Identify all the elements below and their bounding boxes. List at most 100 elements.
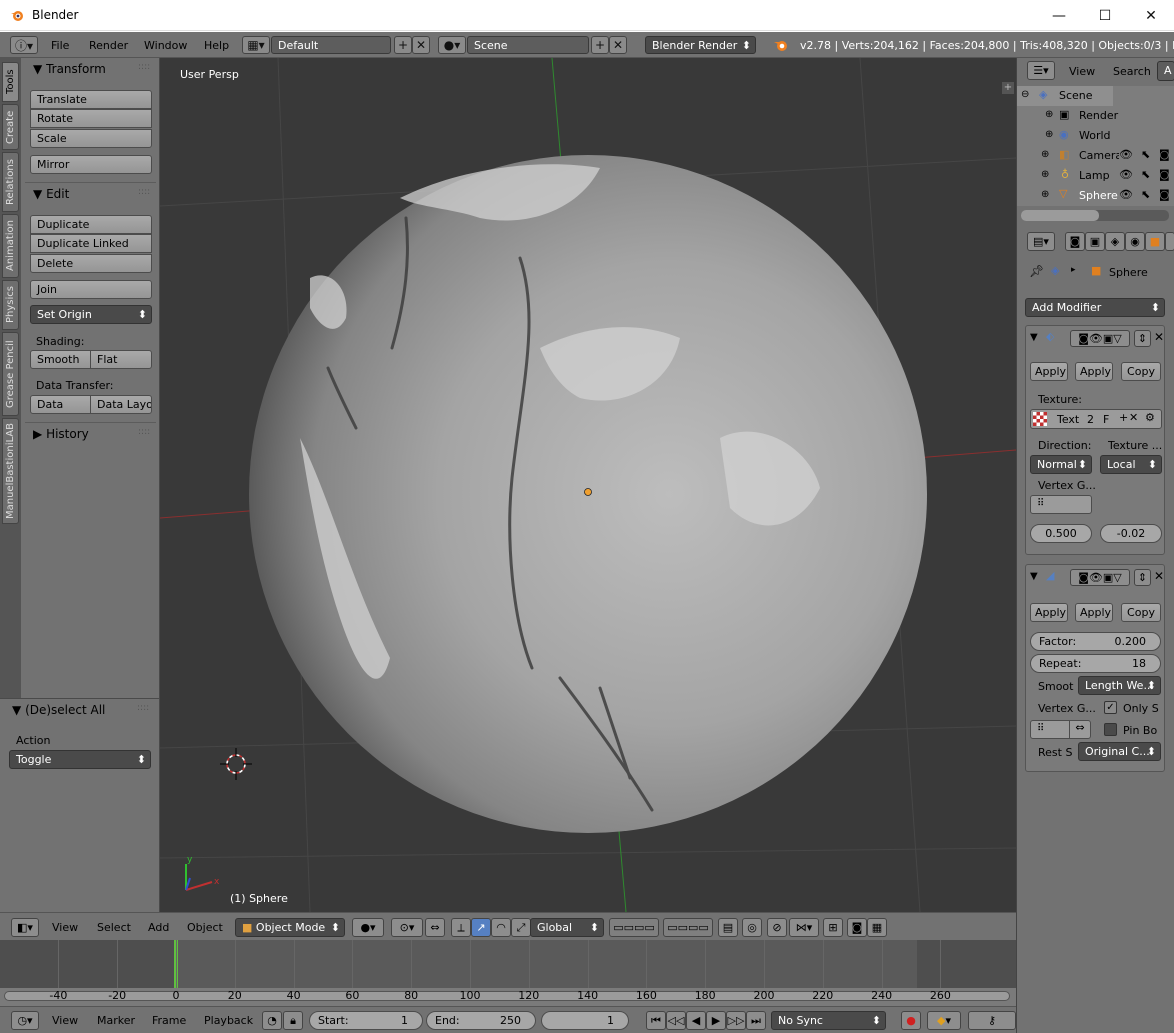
copy-modifier-button[interactable]: Copy <box>1121 603 1161 622</box>
data-transfer-button[interactable]: Data <box>30 395 91 414</box>
history-panel-header[interactable]: ▶ History <box>33 427 89 441</box>
add-modifier-dropdown[interactable]: Add Modifier ⬍ <box>1025 298 1165 317</box>
modifier-visibility-toggles-icon[interactable]: ◙👁︎▣▽ <box>1070 330 1130 347</box>
duplicate-button[interactable]: Duplicate <box>30 215 152 234</box>
outliner-row-render[interactable]: ⊕ ▣ Render <box>1017 106 1174 126</box>
apply-button[interactable]: Apply <box>1030 362 1068 381</box>
edit-panel-header[interactable]: ▼ Edit <box>33 187 69 201</box>
manipulator-toggle-icon[interactable]: ⇔ <box>425 918 445 937</box>
scene-field[interactable]: Scene <box>467 36 589 54</box>
outliner-row-camera[interactable]: ⊕ ◧ Camera 👁︎ ⬉ ◙ <box>1017 146 1174 166</box>
pin-boundary-checkbox[interactable] <box>1104 723 1117 736</box>
invert-vertex-group-icon[interactable]: ⇔ <box>1069 720 1091 739</box>
start-frame-field[interactable]: Start: 1 <box>309 1011 423 1030</box>
renderability-camera-icon[interactable]: ◙ <box>1159 148 1170 161</box>
lock-layers-icon[interactable]: ▤ <box>718 918 738 937</box>
current-frame-field[interactable]: 1 <box>541 1011 629 1030</box>
manipulator-icon[interactable]: ⟂ <box>451 918 471 937</box>
selectability-cursor-icon[interactable]: ⬉ <box>1141 148 1150 161</box>
editor-type-info-icon[interactable]: ⓘ▾ <box>10 36 38 54</box>
scene-selector-icon[interactable]: ●▾ <box>438 36 466 54</box>
end-frame-field[interactable]: End: 250 <box>426 1011 536 1030</box>
lock-time-cursor-icon[interactable]: 🔒︎ <box>283 1011 303 1030</box>
play-icon[interactable]: ▶ <box>706 1011 726 1030</box>
drag-handle-icon[interactable]: :::: <box>138 62 150 72</box>
menu-object[interactable]: Object <box>187 921 223 934</box>
join-button[interactable]: Join <box>30 280 152 299</box>
selectability-cursor-icon[interactable]: ⬉ <box>1141 168 1150 181</box>
outliner-row-lamp[interactable]: ⊕ ♁ Lamp 👁︎ ⬉ ◙ <box>1017 166 1174 186</box>
object-context-icon[interactable]: ■ <box>1145 232 1165 251</box>
tab-relations[interactable]: Relations <box>2 152 19 212</box>
expand-icon[interactable]: ⊕ <box>1041 169 1049 180</box>
collapse-triangle-icon[interactable]: ▼ <box>1030 571 1038 582</box>
midlevel-field[interactable]: 0.500 <box>1030 524 1092 543</box>
3d-viewport[interactable]: y x User Persp (1) Sphere + <box>160 58 1016 912</box>
transform-panel-header[interactable]: ▼ Transform <box>33 62 106 76</box>
unlink-texture-icon[interactable]: ✕ <box>1129 411 1138 424</box>
texture-settings-icon[interactable]: ⚙ <box>1145 411 1155 424</box>
timeline-editor[interactable]: -40 -20 0 20 40 60 80 100 120 140 160 180 200 220 240 2… <box>0 940 1016 1006</box>
scale-manipulator-icon[interactable]: ⤢ <box>511 918 531 937</box>
remove-modifier-icon[interactable]: ✕ <box>1154 330 1164 344</box>
rotate-manipulator-icon[interactable]: ◠ <box>491 918 511 937</box>
translate-manipulator-icon[interactable]: ↗ <box>471 918 491 937</box>
render-animation-icon[interactable]: ▦ <box>867 918 887 937</box>
tab-manuelbastionilab[interactable]: ManuelBastioniLAB <box>2 418 19 524</box>
screen-layout-icon[interactable]: ▦▾ <box>242 36 270 54</box>
collapse-icon[interactable]: ⊖ <box>1021 89 1029 100</box>
tab-tools[interactable]: Tools <box>2 62 19 102</box>
jump-keyframe-forward-icon[interactable]: ▷▷ <box>726 1011 746 1030</box>
render-engine-dropdown[interactable]: Blender Render ⬍ <box>645 36 756 54</box>
apply-button[interactable]: Apply <box>1030 603 1068 622</box>
drag-handle-icon[interactable]: :::: <box>138 427 150 437</box>
rest-source-dropdown[interactable]: Original C... ⬍ <box>1078 742 1161 761</box>
close-button[interactable]: ✕ <box>1128 0 1174 31</box>
remove-layout-icon[interactable]: ✕ <box>412 36 430 54</box>
shading-smooth-button[interactable]: Smooth <box>30 350 91 369</box>
texture-coordinates-dropdown[interactable]: Local ⬍ <box>1100 455 1162 474</box>
layout-field[interactable]: Default <box>271 36 391 54</box>
editor-type-properties-icon[interactable]: ▤▾ <box>1027 232 1055 251</box>
scene-context-icon[interactable]: ◈ <box>1105 232 1125 251</box>
outliner-scrollbar-thumb[interactable] <box>1021 210 1099 221</box>
snap-element-icon[interactable]: ⋈▾ <box>789 918 819 937</box>
vertex-group-field[interactable]: ⠿ <box>1030 495 1092 514</box>
transform-orientation-dropdown[interactable]: Global ⬍ <box>530 918 604 937</box>
menu-view[interactable]: View <box>52 921 78 934</box>
rotate-button[interactable]: Rotate <box>30 109 152 128</box>
menu-help[interactable]: Help <box>204 39 229 52</box>
menu-marker[interactable]: Marker <box>97 1014 135 1027</box>
play-reverse-icon[interactable]: ◀ <box>686 1011 706 1030</box>
data-layout-transfer-button[interactable]: Data Layo <box>90 395 152 414</box>
editor-type-3d-icon[interactable]: ◧▾ <box>11 918 39 937</box>
tab-grease-pencil[interactable]: Grease Pencil <box>2 332 19 416</box>
visibility-eye-icon[interactable]: 👁︎ <box>1119 148 1133 161</box>
outliner-row-sphere[interactable]: ⊕ ▽ Sphere 👁︎ ⬉ ◙ <box>1017 186 1174 206</box>
record-keyframes-icon[interactable]: ● <box>901 1011 921 1030</box>
tab-create[interactable]: Create <box>2 104 19 150</box>
menu-outliner-search[interactable]: Search <box>1113 65 1151 78</box>
snap-target-icon[interactable]: ⊞ <box>823 918 843 937</box>
outliner-display-mode-dropdown[interactable]: A <box>1157 61 1174 81</box>
expand-icon[interactable]: ⊕ <box>1045 129 1053 140</box>
remove-scene-icon[interactable]: ✕ <box>609 36 627 54</box>
render-preview-icon[interactable]: ◙ <box>847 918 867 937</box>
tab-animation[interactable]: Animation <box>2 214 19 278</box>
snap-toggle-icon[interactable]: ⊘ <box>767 918 787 937</box>
preview-range-icon[interactable]: ◔ <box>262 1011 282 1030</box>
sync-mode-dropdown[interactable]: No Sync ⬍ <box>771 1011 886 1030</box>
editor-type-timeline-icon[interactable]: ◷▾ <box>11 1011 39 1030</box>
apply-as-shape-button[interactable]: Apply <box>1075 362 1113 381</box>
smooth-type-dropdown[interactable]: Length We... ⬍ <box>1078 676 1161 695</box>
render-layers-context-icon[interactable]: ▣ <box>1085 232 1105 251</box>
editor-type-outliner-icon[interactable]: ☰▾ <box>1027 61 1055 80</box>
outliner-scrollbar-track[interactable] <box>1021 210 1169 221</box>
shading-flat-button[interactable]: Flat <box>90 350 152 369</box>
object-origin-dot[interactable] <box>584 488 592 496</box>
delete-button[interactable]: Delete <box>30 254 152 273</box>
keying-set-selector-icon[interactable]: ⚷ <box>968 1011 1016 1030</box>
world-context-icon[interactable]: ◉ <box>1125 232 1145 251</box>
menu-add[interactable]: Add <box>148 921 169 934</box>
repeat-field[interactable]: Repeat: 18 <box>1030 654 1161 673</box>
